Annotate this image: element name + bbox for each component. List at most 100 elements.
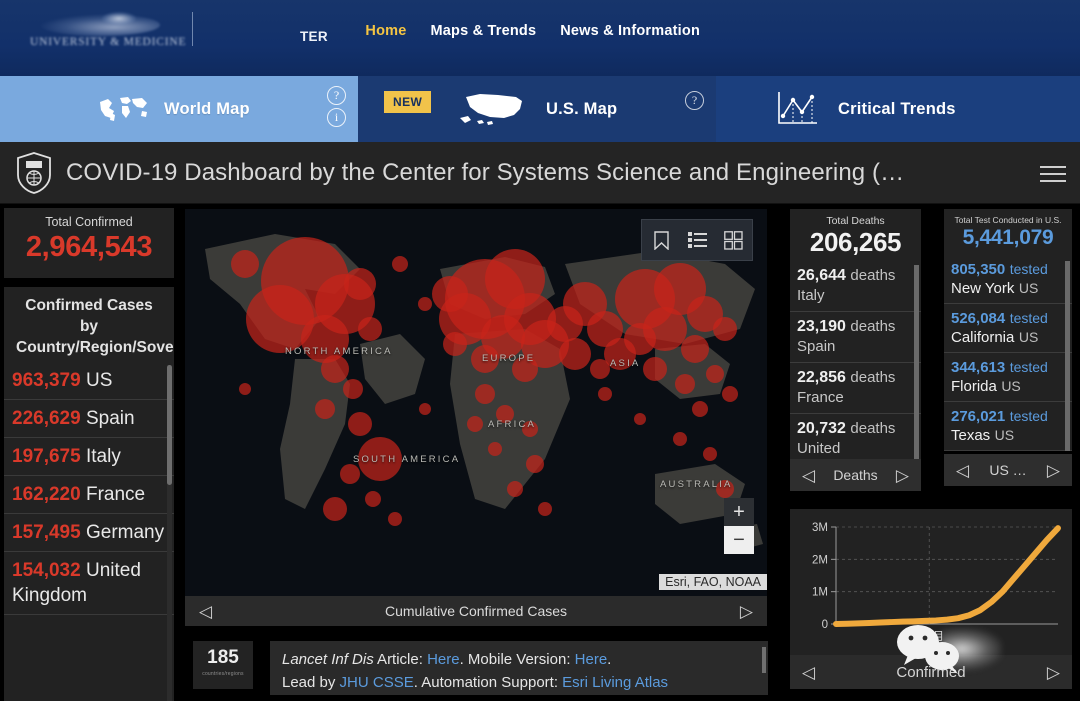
total-tests-card: Total Test Conducted in U.S. 5,441,079 <box>944 209 1072 255</box>
map-footer-pager: ◁ Cumulative Confirmed Cases ▷ <box>185 596 767 626</box>
map-footer-label: Cumulative Confirmed Cases <box>384 603 568 619</box>
logo-highlight <box>102 12 136 25</box>
testing-list-scrollbar[interactable] <box>1065 261 1070 451</box>
main-navigation: Home Maps & Trends News & Information <box>365 18 1080 44</box>
info-icon[interactable]: i <box>327 108 346 127</box>
svg-text:0: 0 <box>822 619 828 631</box>
testing-pager-next-icon[interactable]: ▷ <box>1047 462 1060 479</box>
death-count: 20,732 <box>797 420 846 437</box>
trend-chart-icon <box>778 92 817 124</box>
case-country: Germany <box>85 522 165 543</box>
chart-pager-prev-icon[interactable]: ◁ <box>802 664 815 681</box>
credits-automation-text: . Automation Support: <box>413 674 563 691</box>
death-word: deaths <box>850 318 896 335</box>
list-item[interactable]: 162,220 France <box>4 476 174 514</box>
death-word: deaths <box>850 420 896 437</box>
confirmed-trend-chart[interactable]: 0 1M 2M 3M 3月 <box>790 509 1072 664</box>
tab-critical-trends[interactable]: Critical Trends <box>716 76 1080 142</box>
bookmark-icon[interactable] <box>646 226 676 254</box>
list-item[interactable]: 26,644 deaths Italy <box>790 261 921 312</box>
lancet-journal-name: Lancet Inf Dis <box>282 651 374 668</box>
case-count: 963,379 <box>12 370 81 391</box>
test-region: US <box>1001 378 1021 394</box>
map-pager-next-icon[interactable]: ▷ <box>740 603 753 620</box>
help-question-icon[interactable]: ? <box>327 86 346 105</box>
list-item[interactable]: 23,190 deaths Spain <box>790 312 921 363</box>
testing-pager-prev-icon[interactable]: ◁ <box>956 462 969 479</box>
death-count: 23,190 <box>797 318 846 335</box>
credits-panel[interactable]: Lancet Inf Dis Article: Here. Mobile Ver… <box>270 641 768 695</box>
death-place: Spain <box>797 338 836 355</box>
legend-list-icon[interactable] <box>682 226 712 254</box>
svg-text:3M: 3M <box>812 522 828 534</box>
nav-item-home[interactable]: Home <box>365 23 406 39</box>
confirmed-cases-list[interactable]: Confirmed Cases by Country/Region/Sovere… <box>4 287 174 701</box>
countries-count-value: 185 <box>207 647 239 668</box>
university-logo[interactable]: UNIVERSITY & MEDICINE <box>30 12 185 58</box>
confirmed-cases-title: Confirmed Cases by Country/Region/Sovere… <box>16 297 174 356</box>
total-confirmed-card: Total Confirmed 2,964,543 <box>4 208 174 278</box>
deaths-pager: ◁ Deaths ▷ <box>790 459 921 491</box>
map-tab-strip: World Map ? i NEW U.S. Map ? Critical Tr… <box>0 76 1080 142</box>
zoom-in-button[interactable]: + <box>724 498 754 526</box>
zoom-out-button[interactable]: − <box>724 526 754 554</box>
credits-line-1: Lancet Inf Dis Article: Here. Mobile Ver… <box>282 648 756 671</box>
list-item[interactable]: 344,613 tested Florida US <box>944 353 1072 402</box>
credits-line-3: Data Sources: WHO, US CDC, ECDC <box>282 694 756 695</box>
mobile-version-link[interactable]: Here <box>575 651 608 668</box>
map-toolbar <box>641 219 753 261</box>
list-item[interactable]: 157,495 Germany <box>4 514 174 552</box>
list-item[interactable]: 526,084 tested California US <box>944 304 1072 353</box>
test-word: tested <box>1009 359 1048 375</box>
list-item[interactable]: 805,350 tested New York US <box>944 255 1072 304</box>
dashboard-title-bar: COVID-19 Dashboard by the Center for Sys… <box>0 142 1080 204</box>
tab-us-map[interactable]: NEW U.S. Map ? <box>358 76 716 142</box>
deaths-pager-prev-icon[interactable]: ◁ <box>802 467 815 484</box>
world-map-help-icons: ? i <box>327 86 346 127</box>
list-item[interactable]: 226,629 Spain <box>4 400 174 438</box>
test-place: Florida <box>951 378 997 395</box>
map-label-north-america: NORTH AMERICA <box>285 346 393 357</box>
us-map-help-icon[interactable]: ? <box>685 91 704 110</box>
credits-scrollbar[interactable] <box>762 647 766 673</box>
testing-pager: ◁ US … ▷ <box>944 454 1072 486</box>
list-item[interactable]: 276,021 tested Texas US <box>944 402 1072 451</box>
chart-pager: ◁ Confirmed ▷ <box>790 655 1072 689</box>
basemap-gallery-icon[interactable] <box>718 226 748 254</box>
test-word: tested <box>1009 310 1048 326</box>
case-count: 157,495 <box>12 522 81 543</box>
deaths-list-scrollbar[interactable] <box>914 265 919 465</box>
list-item[interactable]: 20,732 deaths United <box>790 414 921 465</box>
left-sidebar: Total Confirmed 2,964,543 Confirmed Case… <box>0 205 178 701</box>
list-item[interactable]: 963,379 US <box>4 362 174 400</box>
header-subtitle: TER <box>300 29 328 44</box>
lancet-article-link[interactable]: Here <box>427 651 460 668</box>
tab-world-map[interactable]: World Map ? i <box>0 76 358 142</box>
total-deaths-card: Total Deaths 206,265 <box>790 209 921 261</box>
hamburger-menu-icon[interactable] <box>1040 161 1066 187</box>
map-label-asia: ASIA <box>610 358 641 369</box>
jhu-csse-link[interactable]: JHU CSSE <box>340 674 414 691</box>
map-attribution: Esri, FAO, NOAA <box>659 574 767 590</box>
tab-critical-trends-label: Critical Trends <box>838 99 956 118</box>
map-pager-prev-icon[interactable]: ◁ <box>199 603 212 620</box>
map-label-africa: AFRICA <box>488 419 537 430</box>
countries-count-label: countries/regions <box>202 671 244 677</box>
esri-living-atlas-link[interactable]: Esri Living Atlas <box>562 674 668 691</box>
list-item[interactable]: 154,032 United Kingdom <box>4 552 174 615</box>
confirmed-list-scrollbar[interactable] <box>167 365 172 485</box>
total-tests-value: 5,441,079 <box>962 226 1054 249</box>
death-word: deaths <box>850 369 896 386</box>
nav-item-news-information[interactable]: News & Information <box>560 23 700 39</box>
list-item[interactable]: 197,675 Italy <box>4 438 174 476</box>
map-label-europe: EUROPE <box>482 353 536 364</box>
death-word: deaths <box>850 267 896 284</box>
death-place: Italy <box>797 287 825 304</box>
world-map[interactable]: NORTH AMERICA SOUTH AMERICA EUROPE AFRIC… <box>185 209 767 596</box>
deaths-pager-next-icon[interactable]: ▷ <box>896 467 909 484</box>
chart-pager-next-icon[interactable]: ▷ <box>1047 664 1060 681</box>
test-count: 344,613 <box>951 359 1006 376</box>
case-country: Spain <box>85 408 135 429</box>
nav-item-maps-trends[interactable]: Maps & Trends <box>431 23 537 39</box>
list-item[interactable]: 22,856 deaths France <box>790 363 921 414</box>
